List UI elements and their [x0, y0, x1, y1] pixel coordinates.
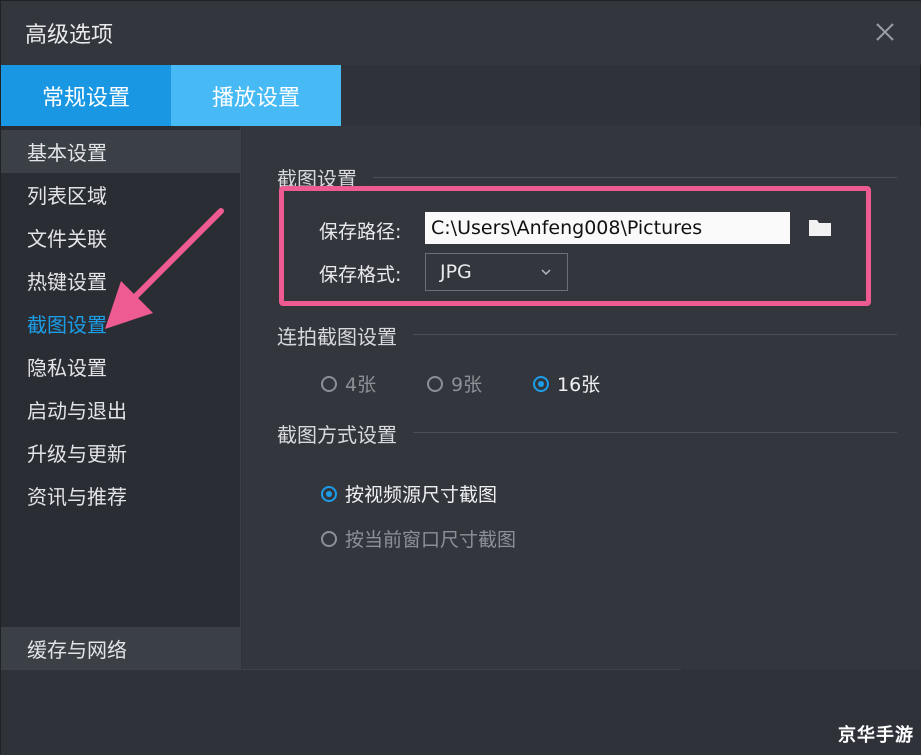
sidebar-item-file-association[interactable]: 文件关联 [1, 216, 241, 259]
method-video-source-radio[interactable]: 按视频源尺寸截图 [321, 480, 497, 507]
sidebar-item-upgrade[interactable]: 升级与更新 [1, 431, 241, 474]
browse-folder-button[interactable] [807, 215, 833, 239]
close-button[interactable] [868, 15, 902, 49]
save-path-label: 保存路径: [319, 221, 402, 243]
burst-16-radio[interactable]: 16张 [533, 370, 600, 397]
burst-4-label: 4张 [345, 374, 377, 396]
method-settings-title: 截图方式设置 [277, 423, 397, 447]
radio-icon [427, 375, 443, 392]
screenshot-settings-title: 截图设置 [277, 167, 357, 191]
window-title: 高级选项 [25, 23, 114, 48]
section-divider [373, 177, 897, 178]
radio-selected-icon [533, 375, 549, 392]
tab-playback-settings[interactable]: 播放设置 [171, 65, 341, 126]
method-video-source-label: 按视频源尺寸截图 [345, 484, 498, 506]
radio-icon [321, 375, 337, 392]
sidebar-item-basic[interactable]: 基本设置 [1, 130, 241, 173]
tab-general-settings[interactable]: 常规设置 [1, 65, 171, 126]
sidebar-item-startup-exit[interactable]: 启动与退出 [1, 388, 241, 431]
method-window-size-label: 按当前窗口尺寸截图 [345, 529, 517, 551]
sidebar-item-news[interactable]: 资讯与推荐 [1, 474, 241, 517]
sidebar-item-privacy[interactable]: 隐私设置 [1, 345, 241, 388]
radio-selected-icon [321, 485, 337, 502]
sidebar-item-list-area[interactable]: 列表区域 [1, 173, 241, 216]
save-path-input[interactable] [425, 212, 790, 244]
burst-9-label: 9张 [451, 374, 483, 396]
watermark-text: 京华手游 [838, 725, 914, 746]
burst-settings-title: 连拍截图设置 [277, 325, 397, 349]
save-format-value: JPG [440, 261, 472, 283]
title-bar: 高级选项 [1, 1, 921, 65]
save-format-select[interactable]: JPG [425, 253, 568, 291]
section-divider [413, 334, 897, 335]
burst-16-label: 16张 [557, 374, 601, 396]
dialog-footer [1, 669, 921, 755]
chevron-down-icon [541, 269, 551, 276]
sidebar-item-screenshot[interactable]: 截图设置 [1, 302, 241, 345]
save-format-label: 保存格式: [319, 264, 402, 286]
burst-4-radio[interactable]: 4张 [321, 370, 376, 397]
tab-bar: 常规设置 播放设置 [1, 65, 921, 126]
sidebar-item-cache-network[interactable]: 缓存与网络 [1, 627, 241, 669]
folder-icon [809, 220, 831, 236]
radio-icon [321, 530, 337, 547]
settings-panel [242, 126, 921, 669]
sidebar: 基本设置 列表区域 文件关联 热键设置 截图设置 隐私设置 启动与退出 升级与更… [1, 126, 241, 669]
sidebar-item-hotkeys[interactable]: 热键设置 [1, 259, 241, 302]
method-window-size-radio[interactable]: 按当前窗口尺寸截图 [321, 525, 516, 552]
close-icon [876, 23, 894, 41]
footer-divider [1, 669, 681, 670]
advanced-options-window: 高级选项 常规设置 播放设置 基本设置 列表区域 文件关联 热键设置 截图设置 … [0, 0, 921, 755]
burst-9-radio[interactable]: 9张 [427, 370, 482, 397]
section-divider [413, 432, 897, 433]
